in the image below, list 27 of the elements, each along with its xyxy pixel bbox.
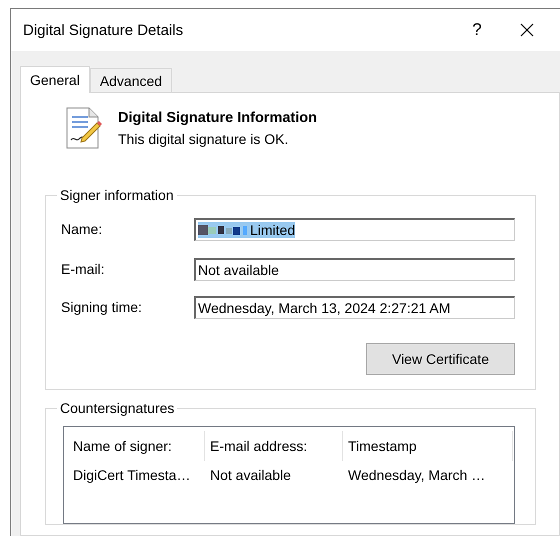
help-button[interactable]: ? <box>454 9 500 51</box>
window-title: Digital Signature Details <box>23 22 184 38</box>
view-certificate-button[interactable]: View Certificate <box>366 343 515 375</box>
signed-document-icon <box>66 107 102 149</box>
redacted-text-icon <box>198 224 248 236</box>
tab[interactable]: Advanced <box>90 68 172 92</box>
text-field[interactable]: Limited <box>194 218 515 240</box>
table-cell-text: Not available <box>209 467 292 483</box>
column-header[interactable]: Timestamp <box>343 431 513 461</box>
field-label: Name: <box>61 221 104 237</box>
group-title: Countersignatures <box>59 400 176 416</box>
table-cell-text: DigiCert Timesta… <box>72 467 192 483</box>
header-title: Digital Signature Information <box>118 110 317 126</box>
text-field[interactable]: Wednesday, March 13, 2024 2:27:21 AM <box>194 296 515 318</box>
column-header[interactable]: E-mail address: <box>205 431 343 461</box>
field-value: Not available <box>198 262 279 278</box>
field-label: E-mail: <box>61 261 106 277</box>
signature-status: This digital signature is OK. <box>118 131 290 147</box>
table-cell-text: Wednesday, March … <box>347 467 486 483</box>
text-field[interactable]: Not available <box>194 258 515 280</box>
close-icon <box>520 23 534 37</box>
column-header[interactable]: Name of signer: <box>68 431 205 461</box>
field-label: Signing time: <box>61 299 143 315</box>
field-value: Wednesday, March 13, 2024 2:27:21 AM <box>198 300 450 316</box>
field-value: Limited <box>250 222 296 238</box>
group-title: Signer information <box>59 187 175 203</box>
tab[interactable]: General <box>20 66 90 93</box>
